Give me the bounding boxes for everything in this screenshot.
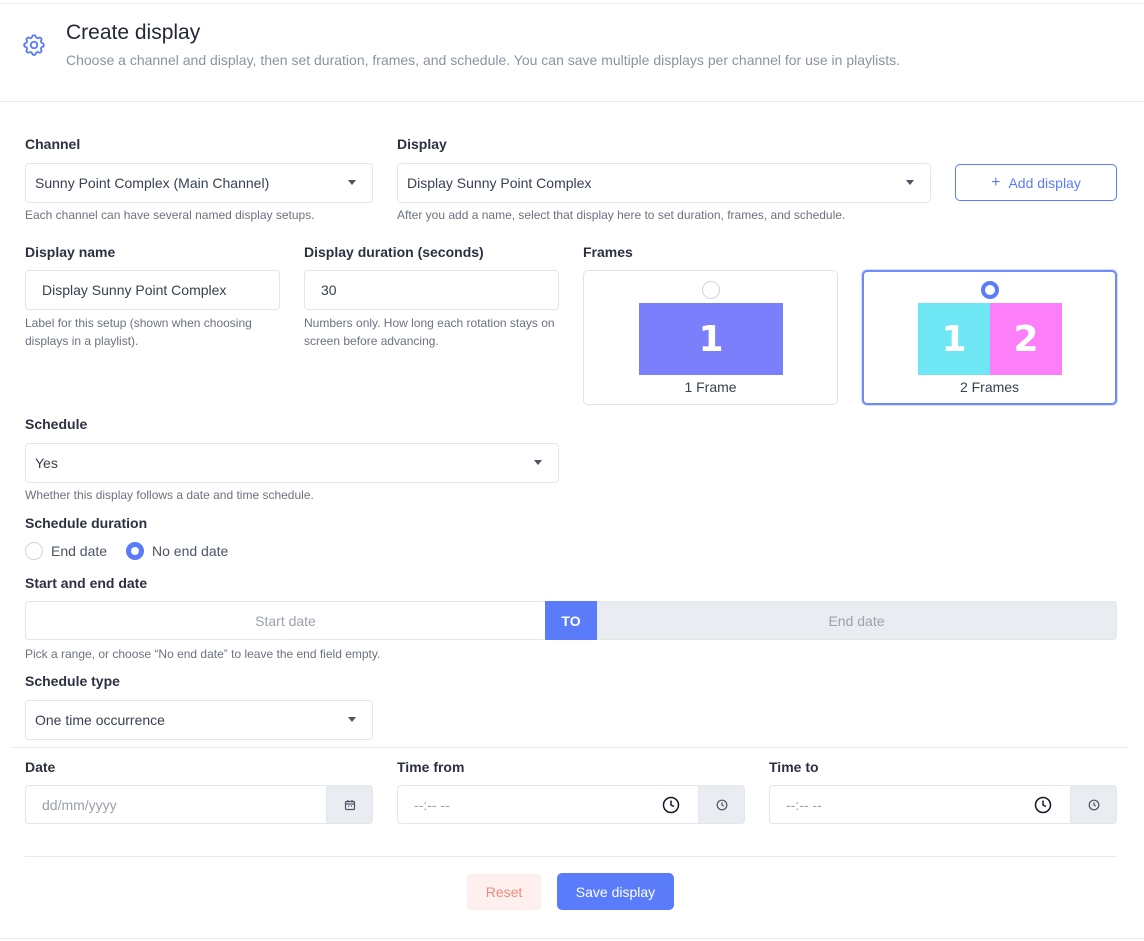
- frame-layout-preview: 1 2: [918, 303, 1062, 375]
- page-title: Create display: [66, 21, 201, 44]
- display-select[interactable]: Display Sunny Point Complex: [397, 163, 931, 203]
- display-name-value: Display Sunny Point Complex: [42, 282, 227, 298]
- display-name-input[interactable]: Display Sunny Point Complex: [25, 270, 280, 310]
- save-display-button[interactable]: Save display: [557, 873, 674, 910]
- date-range-label: Start and end date: [25, 575, 148, 591]
- chevron-down-icon: [348, 180, 356, 185]
- date-label: Date: [25, 759, 56, 775]
- date-range-field: Start date TO End date: [25, 601, 1117, 640]
- chevron-down-icon: [348, 717, 356, 722]
- time-from-input[interactable]: --:-- --: [397, 785, 698, 824]
- schedule-label: Schedule: [25, 416, 88, 432]
- display-help: After you add a name, select that displa…: [397, 208, 846, 222]
- frames-label: Frames: [583, 244, 633, 260]
- frame-caption: 1 Frame: [684, 379, 737, 395]
- time-from-label: Time from: [397, 759, 465, 775]
- chevron-down-icon: [906, 180, 914, 185]
- schedule-duration-label: Schedule duration: [25, 515, 148, 531]
- duration-help: Numbers only. How long each rotation sta…: [304, 316, 555, 348]
- frame-option-1[interactable]: 1 1 Frame: [583, 270, 838, 405]
- duration-label: Display duration (seconds): [304, 244, 484, 260]
- schedule-help: Whether this display follows a date and …: [25, 488, 314, 502]
- schedule-select[interactable]: Yes: [25, 443, 559, 483]
- section-divider: [12, 747, 1128, 748]
- radio-end-date[interactable]: End date: [25, 542, 107, 560]
- end-date-input[interactable]: End date: [597, 601, 1117, 640]
- display-label: Display: [397, 136, 447, 152]
- time-from-field-group: --:-- --: [397, 785, 745, 824]
- time-to-label: Time to: [769, 759, 819, 775]
- page-subtitle: Choose a channel and display, then set d…: [66, 52, 901, 68]
- schedule-type-value: One time occurrence: [35, 712, 165, 728]
- header-divider: [0, 101, 1144, 102]
- chevron-down-icon: [534, 460, 542, 465]
- radio-no-end-date-label: No end date: [152, 543, 229, 559]
- top-divider: [0, 3, 1144, 4]
- reset-button[interactable]: Reset: [467, 874, 541, 910]
- add-display-button[interactable]: + Add display: [955, 164, 1117, 201]
- duration-input[interactable]: 30: [304, 270, 559, 310]
- duration-value: 30: [321, 282, 337, 298]
- schedule-select-value: Yes: [35, 455, 58, 471]
- time-from-addon[interactable]: [698, 785, 745, 824]
- frame-radio-2[interactable]: [980, 281, 999, 299]
- radio-button[interactable]: [25, 542, 43, 560]
- date-range-help: Pick a range, or choose “No end date” to…: [25, 647, 381, 661]
- plus-icon: +: [991, 173, 1001, 191]
- time-to-addon[interactable]: [1070, 785, 1117, 824]
- clock-icon[interactable]: [662, 796, 680, 814]
- add-display-label: Add display: [1008, 174, 1081, 191]
- footer-divider: [25, 856, 1117, 857]
- time-from-placeholder: --:-- --: [414, 796, 450, 813]
- date-input[interactable]: dd/mm/yyyy: [25, 785, 326, 824]
- channel-select[interactable]: Sunny Point Complex (Main Channel): [25, 163, 373, 203]
- schedule-type-select[interactable]: One time occurrence: [25, 700, 373, 740]
- start-date-input[interactable]: Start date: [25, 601, 545, 640]
- time-to-field-group: --:-- --: [769, 785, 1117, 824]
- create-display-page: Create display Choose a channel and disp…: [0, 0, 1144, 941]
- frame-cell: 1: [639, 303, 783, 375]
- display-select-value: Display Sunny Point Complex: [407, 175, 592, 191]
- calendar-icon: [344, 799, 355, 810]
- frame-radio-1[interactable]: [701, 281, 720, 299]
- clock-icon: [1088, 799, 1099, 810]
- frame-option-2[interactable]: 1 2 2 Frames: [862, 270, 1117, 405]
- date-picker-button[interactable]: [326, 785, 373, 824]
- time-to-input[interactable]: --:-- --: [769, 785, 1070, 824]
- frame-cell: 1: [918, 303, 990, 375]
- display-name-help: Label for this setup (shown when choosin…: [25, 316, 252, 348]
- channel-label: Channel: [25, 136, 81, 152]
- display-name-label: Display name: [25, 244, 116, 260]
- radio-no-end-date[interactable]: No end date: [126, 542, 228, 560]
- gear-icon: [23, 34, 45, 56]
- schedule-type-label: Schedule type: [25, 673, 120, 689]
- radio-end-date-label: End date: [51, 543, 108, 559]
- range-to-separator: TO: [545, 601, 597, 640]
- bottom-divider: [0, 938, 1144, 939]
- time-to-placeholder: --:-- --: [786, 796, 822, 813]
- clock-icon: [716, 799, 727, 810]
- radio-button[interactable]: [126, 542, 144, 560]
- channel-select-value: Sunny Point Complex (Main Channel): [35, 175, 270, 191]
- frame-cell: 2: [990, 303, 1062, 375]
- date-field-group: dd/mm/yyyy: [25, 785, 373, 824]
- clock-icon[interactable]: [1034, 796, 1052, 814]
- frame-caption: 2 Frames: [959, 379, 1020, 395]
- frame-layout-preview: 1: [639, 303, 783, 375]
- channel-help: Each channel can have several named disp…: [25, 208, 315, 222]
